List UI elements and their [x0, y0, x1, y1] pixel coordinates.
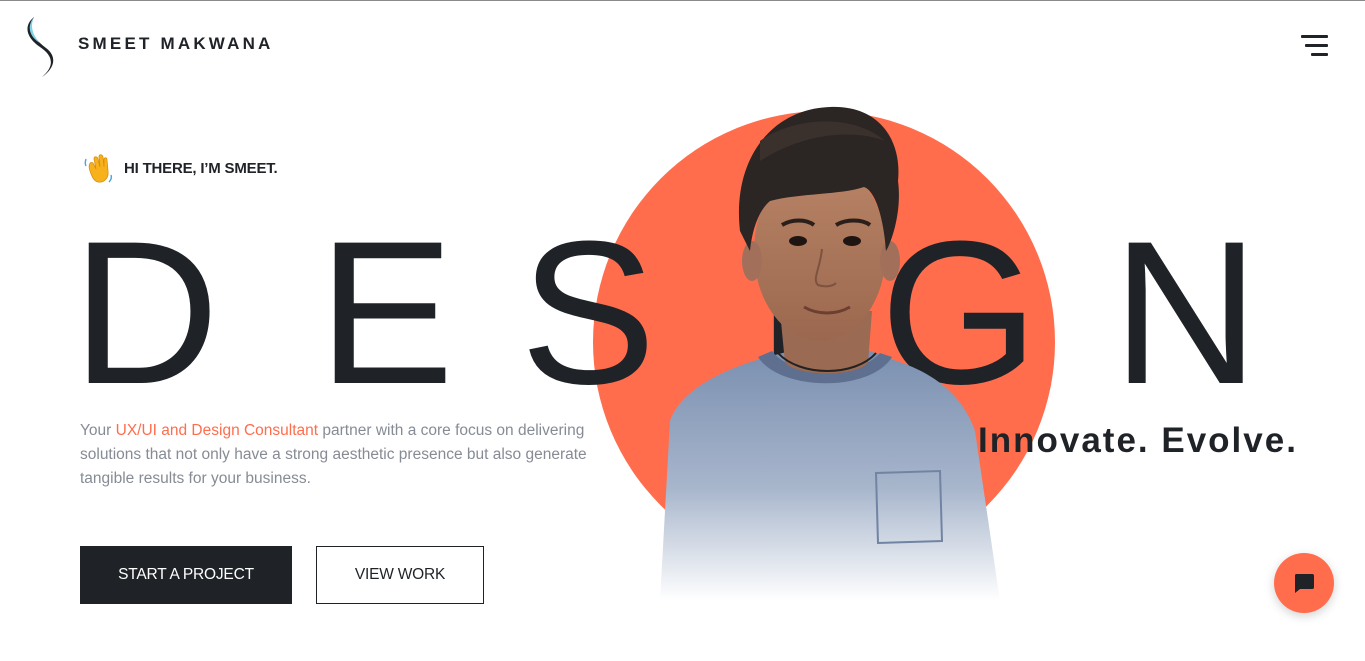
swoosh-logo-icon [27, 17, 54, 77]
brand[interactable]: SMEET MAKWANA [24, 15, 274, 79]
waving-hand-icon [84, 154, 113, 183]
portrait-photo [660, 106, 1000, 601]
brand-name: SMEET MAKWANA [78, 34, 274, 53]
tagline: Innovate. Evolve. [978, 421, 1298, 460]
view-work-button[interactable]: VIEW WORK [316, 546, 484, 604]
greeting-text: HI THERE, I’M SMEET. [124, 159, 278, 177]
big-letter-s: S [520, 199, 657, 427]
hamburger-menu-icon[interactable] [1300, 35, 1328, 57]
greeting: HI THERE, I’M SMEET. [82, 151, 278, 185]
menu-line [1311, 53, 1328, 56]
chat-button[interactable] [1274, 553, 1334, 613]
menu-line [1305, 44, 1328, 47]
page: SMEET MAKWANA HI THERE, I’M SMEET. D E S… [0, 0, 1365, 661]
big-letter-d: D [72, 199, 220, 427]
intro-paragraph: Your UX/UI and Design Consultant partner… [80, 419, 610, 491]
menu-line [1301, 35, 1328, 38]
big-letter-e: E [318, 199, 455, 427]
intro-highlight: UX/UI and Design Consultant [115, 422, 319, 439]
start-project-button[interactable]: START A PROJECT [80, 546, 292, 604]
chat-bubble-icon [1295, 574, 1314, 593]
intro-text-start: Your [80, 422, 116, 439]
big-letter-n: N [1112, 199, 1260, 427]
